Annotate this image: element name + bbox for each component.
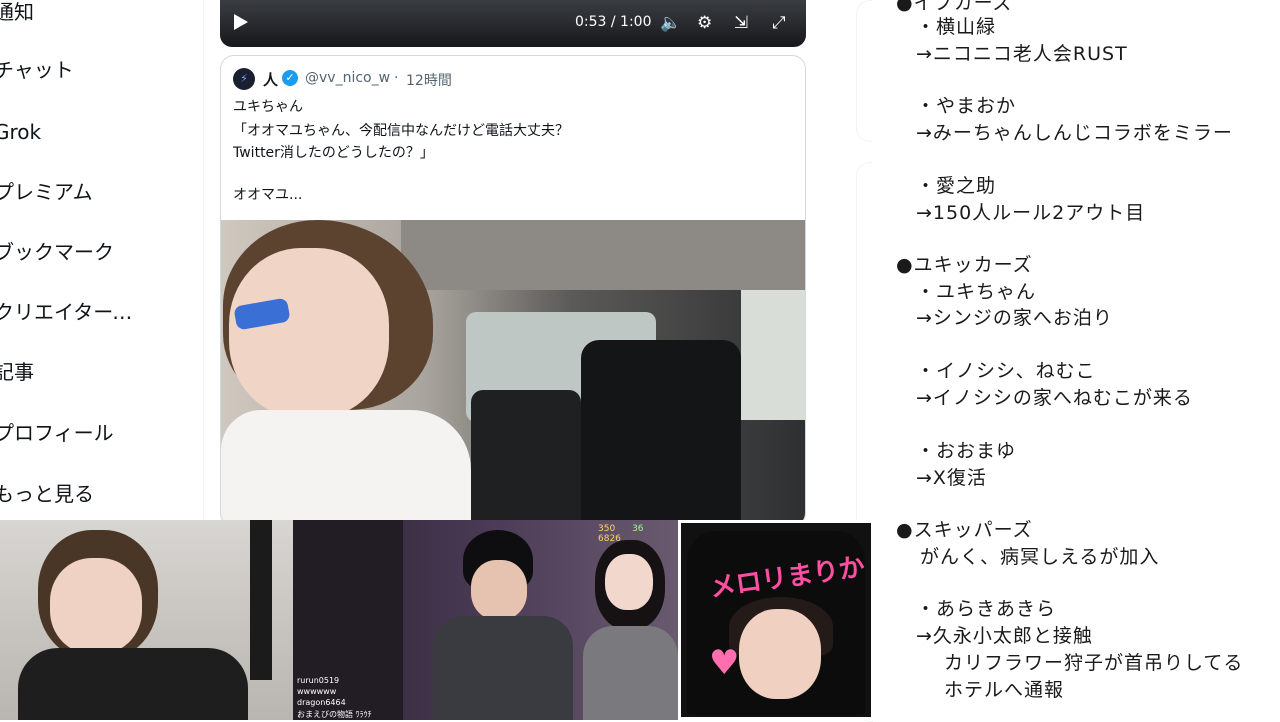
post-image[interactable]	[221, 220, 805, 526]
stat-value: 36	[632, 524, 644, 534]
thumbnail-3[interactable]: メロリまりか ♥	[678, 520, 874, 720]
post-text-line: ユキちゃん	[233, 99, 303, 115]
notes-panel: ●イブカーズ ・横山緑 →ニコニコ老人会RUST ・やまおか →みーちゃんしんじ…	[872, 0, 1280, 720]
note-line: カリフラワー狩子が首吊りしてる	[944, 652, 1244, 674]
nav-chat[interactable]: チャット	[0, 50, 74, 90]
fullscreen-icon[interactable]: ⤢	[772, 13, 786, 33]
note-line: →シンジの家へお泊り	[916, 307, 1113, 329]
strap-shape	[250, 520, 272, 680]
author-handle[interactable]: @vv_nico_w	[305, 70, 390, 86]
person-figure	[433, 530, 573, 720]
nav-articles[interactable]: 記事	[0, 352, 34, 392]
note-line: ・横山緑	[916, 16, 997, 38]
note-line: ●スキッパーズ	[896, 519, 1033, 541]
nav-creator-studio[interactable]: クリエイタースタジオ...	[0, 292, 144, 332]
car-side-window	[741, 290, 805, 420]
sidebar-card-edge	[856, 0, 873, 142]
tshirt-graphic: メロリまりか ♥	[687, 531, 867, 715]
nav-premium[interactable]: プレミアム	[0, 172, 93, 212]
thumbnail-1[interactable]	[0, 520, 293, 720]
nav-bookmarks[interactable]: ブックマーク	[0, 232, 114, 272]
stat-value: 6826	[598, 534, 621, 544]
volume-icon[interactable]: 🔈	[660, 13, 681, 33]
note-line: ・愛之助	[916, 175, 997, 197]
post-text-line: 「オオマユちゃん、今配信中なんだけど電話大丈夫？	[233, 123, 569, 139]
note-line: →みーちゃんしんじコラボをミラー	[916, 122, 1233, 144]
note-line: ・おおまゆ	[916, 440, 1017, 462]
quoted-post[interactable]: ⚡ 人 ✓ @vv_nico_w · 12時間 ユキちゃん 「オオマユちゃん、今…	[220, 55, 806, 527]
play-icon[interactable]	[234, 14, 248, 30]
note-line: →ニコニコ老人会RUST	[916, 43, 1128, 65]
shirt-title: メロリまりか	[708, 552, 867, 604]
note-line: →150人ルール2アウト目	[916, 202, 1146, 224]
note-line: →久永小太郎と接触	[916, 625, 1093, 647]
nav-grok[interactable]: Grok	[0, 112, 41, 152]
left-nav: 通知 チャット Grok プレミアム ブックマーク クリエイタースタジオ... …	[0, 0, 205, 520]
person-figure	[221, 220, 471, 526]
author-name[interactable]: 人	[263, 69, 278, 90]
settings-icon[interactable]: ⚙	[697, 13, 712, 33]
stat-value: 350	[598, 524, 616, 534]
verified-badge-icon: ✓	[282, 70, 298, 86]
note-line: ・あらきあきら	[916, 598, 1057, 620]
stream-stats: 350 36 6826	[598, 524, 678, 544]
note-line: がんく、病冥しえるが加入	[920, 546, 1160, 568]
video-player-controls[interactable]: 0:53 / 1:00 🔈 ⚙ ⇲ ⤢	[220, 0, 806, 47]
avatar[interactable]: ⚡	[233, 68, 255, 90]
post-text-line: オオマユ...	[233, 187, 303, 203]
chat-line: dragon6464	[297, 698, 346, 707]
note-line: ホテルへ通報	[944, 679, 1065, 701]
pip-icon[interactable]: ⇲	[734, 13, 748, 33]
chat-line: rurun0519	[297, 676, 340, 685]
video-time: 0:53 / 1:00	[575, 14, 652, 30]
car-seat	[581, 340, 741, 526]
note-line: →イノシシの家へねむこが来る	[916, 387, 1193, 409]
chat-line: wwwwww	[297, 687, 337, 696]
nav-notifications[interactable]: 通知	[0, 0, 34, 32]
note-line: →X復活	[916, 467, 987, 489]
person-figure	[18, 530, 248, 720]
note-line: ・ユキちゃん	[916, 281, 1037, 303]
nav-profile[interactable]: プロフィール	[0, 413, 114, 453]
nav-divider	[203, 0, 204, 520]
meta-separator: ·	[394, 70, 399, 86]
person-figure	[583, 540, 678, 720]
note-line: ・イノシシ、ねむこ	[916, 360, 1096, 382]
heart-icon: ♥	[709, 643, 740, 683]
note-line: ・やまおか	[916, 95, 1017, 117]
thumbnail-2[interactable]: 350 36 6826 rurun0519 wwwwww dragon6464 …	[293, 520, 678, 720]
post-text-line: Twitter消したのどうしたの？」	[233, 145, 434, 161]
chat-line: おまえびの物語 ﾜﾗｳﾁ	[297, 710, 372, 719]
nav-more[interactable]: もっと見る	[0, 474, 94, 514]
car-seat	[471, 390, 581, 526]
post-time[interactable]: 12時間	[406, 70, 452, 90]
note-line: ●ユキッカーズ	[896, 254, 1033, 276]
